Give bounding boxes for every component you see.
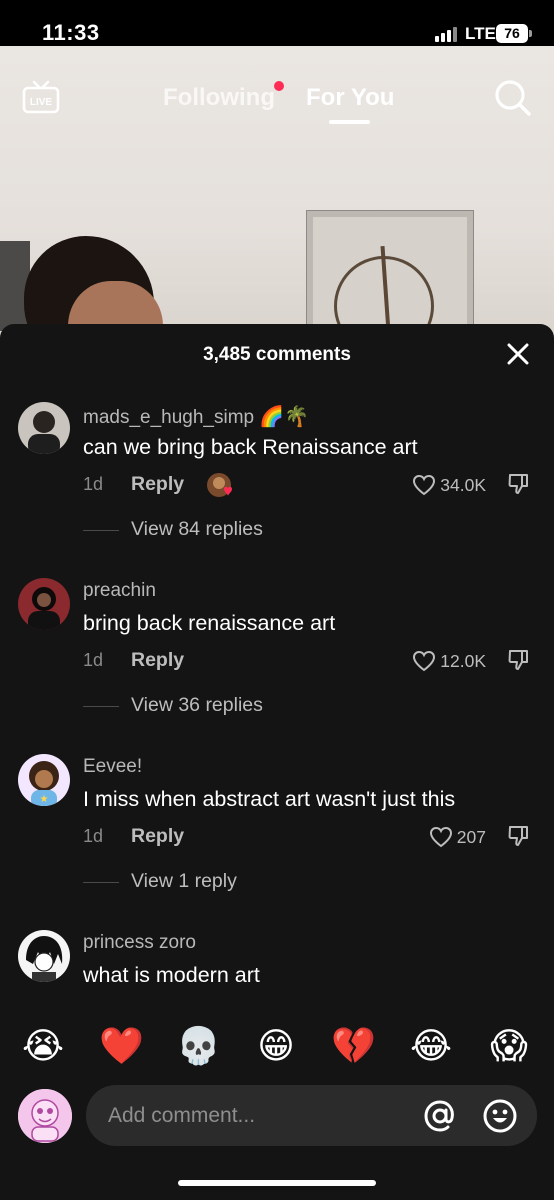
emoji-tears-of-joy[interactable]: 😂 (409, 1024, 453, 1068)
replies-divider (83, 706, 119, 707)
tab-following[interactable]: Following (163, 84, 275, 112)
heart-icon (429, 826, 452, 848)
at-sign-icon[interactable] (423, 1099, 457, 1133)
like-count: 207 (456, 826, 486, 847)
avatar[interactable] (18, 930, 70, 982)
emoji-grinning[interactable]: 😁 (254, 1024, 298, 1068)
username-text: mads_e_hugh_simp (83, 407, 255, 428)
status-bar: 11:33 LTE 76 (0, 0, 554, 46)
emoji-skull[interactable]: 💀 (176, 1024, 221, 1068)
comment-input[interactable] (108, 1085, 408, 1146)
search-icon[interactable] (494, 79, 532, 117)
like-control[interactable]: 12.0K (412, 648, 486, 674)
comment-time: 1d (83, 650, 104, 670)
username-text: Eevee! (83, 756, 143, 777)
battery-icon: 76 (496, 24, 528, 43)
emoji-red-heart[interactable]: ❤️ (99, 1024, 144, 1068)
avatar[interactable] (18, 578, 70, 630)
comment-text: bring back renaissance art (83, 611, 336, 635)
home-indicator[interactable] (178, 1180, 376, 1186)
comment-text: can we bring back Renaissance art (83, 435, 418, 459)
username-emoji: 🌈🌴 (259, 406, 310, 428)
close-icon[interactable] (506, 342, 530, 366)
comments-sheet: 3,485 comments mads_e_hugh_simp 🌈🌴 can w… (0, 324, 554, 1200)
comment-item: princess zoro what is modern art (0, 916, 554, 1003)
view-replies-button[interactable]: View 36 replies (131, 694, 263, 717)
heart-icon (413, 474, 436, 496)
tab-for-you[interactable]: For You (306, 84, 394, 112)
reply-button[interactable]: Reply (131, 473, 184, 496)
comment-username[interactable]: mads_e_hugh_simp 🌈🌴 (83, 404, 309, 429)
replies-divider (83, 530, 119, 531)
comment-text: I miss when abstract art wasn't just thi… (83, 787, 456, 811)
emoji-loudly-crying[interactable]: 😭 (21, 1024, 65, 1068)
my-avatar[interactable] (18, 1089, 72, 1143)
view-replies-button[interactable]: View 84 replies (131, 518, 263, 541)
notification-dot (274, 81, 284, 91)
video-player[interactable] (0, 46, 554, 346)
comment-username[interactable]: Eevee! (83, 756, 142, 778)
comment-item: ★ Eevee! I miss when abstract art wasn't… (0, 740, 554, 916)
creator-liked-icon (207, 473, 232, 497)
comments-count-title: 3,485 comments (203, 344, 351, 365)
dislike-icon[interactable] (507, 824, 531, 848)
like-control[interactable]: 34.0K (412, 472, 486, 498)
network-label: LTE (465, 24, 496, 43)
comment-input-box (86, 1085, 537, 1146)
comment-text: what is modern art (83, 963, 260, 987)
like-count: 34.0K (440, 474, 486, 495)
status-time: 11:33 (42, 20, 100, 45)
like-count: 12.0K (440, 650, 486, 671)
like-control[interactable]: 207 (429, 824, 486, 850)
comment-item: preachin bring back renaissance art 1d R… (0, 564, 554, 740)
comment-time: 1d (83, 474, 104, 494)
reply-button[interactable]: Reply (131, 649, 184, 672)
dislike-icon[interactable] (507, 472, 531, 496)
comment-item: mads_e_hugh_simp 🌈🌴 can we bring back Re… (0, 388, 554, 564)
battery-level: 76 (504, 25, 520, 41)
active-tab-indicator (329, 120, 370, 124)
reply-button[interactable]: Reply (131, 825, 184, 848)
emoji-broken-heart[interactable]: 💔 (331, 1024, 376, 1068)
quick-emoji-bar: 😭 ❤️ 💀 😁 💔 😂 😱 (0, 1020, 554, 1076)
username-text: princess zoro (83, 932, 196, 953)
comment-list[interactable]: mads_e_hugh_simp 🌈🌴 can we bring back Re… (0, 388, 554, 1003)
smiley-icon[interactable] (482, 1098, 518, 1134)
signal-strength-icon (435, 26, 457, 42)
svg-text:★: ★ (40, 794, 49, 805)
comment-username[interactable]: preachin (83, 580, 156, 602)
battery-tip (529, 30, 532, 37)
replies-divider (83, 882, 119, 883)
heart-icon (413, 650, 436, 672)
dislike-icon[interactable] (507, 648, 531, 672)
svg-text:LIVE: LIVE (30, 97, 53, 108)
avatar[interactable] (18, 402, 70, 454)
comment-username[interactable]: princess zoro (83, 932, 196, 954)
avatar[interactable]: ★ (18, 754, 70, 806)
username-text: preachin (83, 580, 156, 601)
view-replies-button[interactable]: View 1 reply (131, 870, 237, 893)
emoji-screaming[interactable]: 😱 (487, 1024, 531, 1068)
live-tv-icon[interactable]: LIVE (22, 80, 60, 114)
comment-time: 1d (83, 826, 104, 846)
